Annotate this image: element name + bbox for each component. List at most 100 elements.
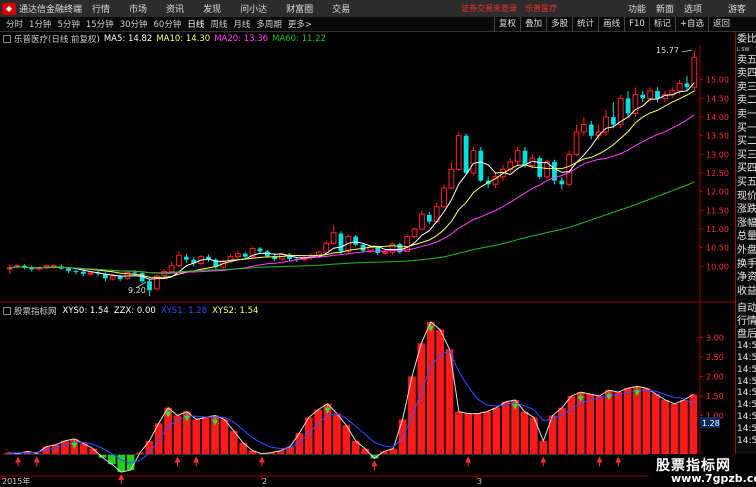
indicator-bar-60	[567, 396, 576, 455]
candle-body-61	[455, 135, 462, 170]
candle-body-20	[154, 275, 160, 290]
ind-label-2: 2.00	[706, 373, 724, 382]
x-axis-month-mar: 3	[477, 477, 482, 486]
side-item-13: 总量	[737, 231, 756, 243]
candle-body-10	[80, 271, 86, 274]
indicator-bar-65	[614, 392, 623, 455]
side-item-5: 买一	[737, 122, 756, 134]
indicator-bar-23	[220, 419, 229, 455]
candle-body-24	[183, 256, 189, 260]
candle-body-84	[625, 98, 631, 114]
indicator-bar-66	[623, 388, 632, 455]
side-item-9: 买五	[737, 176, 756, 188]
high-price-annotation: 15.77	[656, 46, 679, 55]
price-label-2: 14.00	[706, 113, 729, 122]
watermark-url: www.7gpzb.com	[671, 472, 756, 485]
candle-body-64	[478, 150, 484, 181]
candle-body-14	[109, 275, 116, 280]
candle-body-11	[87, 272, 94, 275]
candle-body-34	[257, 248, 263, 252]
indicator-bar-49	[464, 413, 473, 455]
side-bottom-item-11: 14:51	[737, 435, 756, 446]
side-item-14: 外盘	[737, 244, 756, 256]
side-item-6: 买二	[737, 136, 756, 148]
zzx-value: ZZX: 0.00	[113, 306, 156, 316]
candle-body-59	[441, 187, 447, 208]
side-item-15: 换手	[737, 258, 756, 270]
site-watermark: 股票指标网 www.7gpzb.com	[648, 454, 756, 487]
candle-body-91	[676, 82, 683, 92]
side-bottom-item-9: 14:50	[737, 412, 756, 423]
chart-menu-icon[interactable]	[3, 35, 11, 43]
candle-body-70	[522, 150, 528, 166]
buy-arrow-1	[15, 456, 22, 463]
side-bottom-item-6: 14:50	[737, 376, 756, 387]
indicator-bar-53	[501, 401, 510, 455]
price-label-6: 12.00	[706, 188, 729, 197]
indicator-bar-45	[426, 321, 435, 455]
kline-chart[interactable]: 15.00 14.50 14.00 13.50 13.00 12.50 12.00 11.50…	[0, 0, 735, 487]
candle-body-19	[147, 281, 152, 291]
main-chart-infobar: 乐普医疗(日线 前复权) MA5: 14.82 MA10: 14.30 MA20…	[0, 33, 326, 45]
indicator-bar-70	[661, 399, 670, 455]
candle-body-77	[573, 131, 580, 155]
candlestick-series	[6, 50, 698, 297]
price-label-9: 10.50	[706, 244, 729, 253]
candle-body-63	[470, 150, 477, 174]
candle-body-45	[338, 233, 344, 252]
price-label-10: 10.00	[706, 262, 729, 271]
ma5-value: MA5: 14.82	[103, 34, 153, 44]
indicator-bar-20	[192, 419, 201, 455]
low-price-annotation: 9.20	[128, 286, 146, 295]
buy-arrow-65	[615, 456, 622, 463]
side-item-8: 买四	[737, 163, 756, 175]
side-bottom-item-8: 14:50	[737, 400, 756, 411]
indicator-bar-71	[670, 403, 679, 455]
candle-body-69	[514, 150, 521, 163]
candle-body-32	[242, 253, 248, 257]
buy-arrow-3	[33, 456, 40, 463]
side-item-17: 收益	[737, 285, 756, 297]
candle-body-79	[588, 124, 594, 136]
indicator-bar-33	[314, 409, 323, 455]
price-label-5: 12.50	[706, 169, 729, 178]
indicator-menu-icon[interactable]	[3, 307, 11, 315]
candle-body-6	[50, 265, 57, 268]
ma10-line	[9, 90, 695, 278]
candle-body-60	[448, 168, 455, 189]
buy-arrow-18	[174, 456, 181, 463]
side-bottom-list: 自动行情盘后14:5014:5014:5014:5014:5014:5014:5…	[736, 302, 756, 447]
indicator-bar-57	[539, 440, 548, 455]
indicator-bar-15	[145, 440, 154, 455]
side-bottom-item-5: 14:50	[737, 364, 756, 375]
candle-body-44	[330, 232, 337, 244]
side-item-weibi: 委比	[737, 34, 756, 45]
indicator-bar-6	[61, 440, 69, 455]
price-label-3: 13.50	[706, 132, 729, 141]
side-bottom-item-3: 14:50	[737, 341, 756, 352]
indicator-bar-55	[520, 411, 529, 455]
candle-body-8	[66, 268, 71, 271]
indicator-bar-69	[651, 394, 660, 455]
side-bottom-item-10: 14:50	[737, 423, 756, 434]
xys1-value: XYS1: 1.28	[160, 306, 208, 316]
candle-body-55	[411, 228, 418, 238]
side-bottom-item-4: 14:50	[737, 353, 756, 364]
xys2-value: XYS2: 1.54	[212, 306, 259, 316]
side-bottom-item-2: 盘后	[737, 329, 756, 341]
indicator-bar-68	[642, 388, 651, 455]
buy-arrow-39	[371, 460, 378, 467]
indicator-bar-67	[633, 386, 641, 455]
indicator-bar-21	[201, 417, 210, 455]
high-annotation-pointer	[681, 49, 693, 53]
ind-label-1: 2.50	[706, 353, 724, 362]
indicator-bar-5	[51, 444, 60, 455]
ma60-line	[9, 181, 695, 274]
side-item-16: 净资	[737, 272, 756, 284]
side-bottom-item-1: 行情	[737, 316, 756, 328]
candle-body-47	[353, 236, 359, 245]
buy-arrow-27	[258, 456, 265, 463]
indicator-bar-50	[473, 413, 482, 455]
candle-body-92	[684, 83, 690, 88]
buy-arrow-20	[193, 456, 200, 463]
